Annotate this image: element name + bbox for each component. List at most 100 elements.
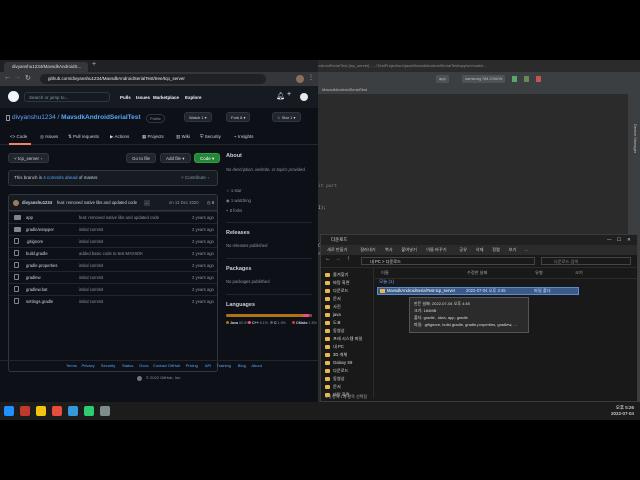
url-bar[interactable]: github.com/divyanshu1234/MavsdkAndroidSe… [40,74,266,84]
explorer-search-input[interactable]: 다운로드 검색 [541,257,631,265]
tab-wiki[interactable]: ▥ Wiki [176,134,190,140]
ribbon-item[interactable]: ... [525,245,529,255]
releases-heading[interactable]: Releases [226,230,250,236]
footer-link[interactable]: API [205,363,211,368]
reload-icon[interactable]: ↻ [25,74,31,82]
footer-link[interactable]: Terms [66,363,77,368]
footer-link[interactable]: Blog [238,363,246,368]
watch-button[interactable]: Watch 1 ▾ [184,112,212,122]
language-item[interactable]: Java80.5% [226,321,249,325]
commits-ahead-link[interactable]: 4 commits ahead [43,175,77,180]
taskbar-clock[interactable]: 오후 5:26 2022-07-04 [611,405,634,417]
ribbon-item[interactable]: 공유 [459,245,467,255]
column-type[interactable]: 유형 [535,268,543,278]
back-icon[interactable]: ← [325,256,331,262]
ribbon-item[interactable]: 잘라내기 [360,245,375,255]
file-row[interactable]: gradlew.bat initial commit 2 years ago [9,283,217,295]
nav-item[interactable]: 프레 시스템 파일 [333,336,362,342]
nav-item[interactable]: 사진 [333,304,341,310]
footer-link[interactable]: About [251,363,261,368]
language-item[interactable]: C++6.1% [248,321,268,325]
commit-count[interactable]: ◷ 6 [207,195,214,211]
nav-issues[interactable]: Issues [136,95,150,100]
taskbar-app-icon[interactable] [84,406,94,416]
ribbon-item[interactable]: 이름 바꾸기 [426,245,446,255]
close-icon[interactable]: ✕ [627,235,631,245]
back-icon[interactable]: ← [4,74,11,81]
tab-pull-requests[interactable]: ⇅ Pull requests [68,134,99,140]
nav-item[interactable]: 다운로드 [333,368,348,374]
tab-code[interactable]: <> Code [10,134,27,139]
bell-icon[interactable]: 🔔︎ [276,92,285,100]
taskbar-app-icon[interactable] [20,406,30,416]
footer-link[interactable]: Pricing [186,363,198,368]
nav-item[interactable]: 문서 [333,384,341,390]
branch-select[interactable]: ⑂ tcp_server ▾ [8,153,49,163]
run-config-select[interactable]: app [436,75,449,83]
nav-item[interactable]: 3D 개체 [333,352,347,358]
file-row[interactable]: build.gradle added basic code to test MAV… [9,247,217,259]
start-icon[interactable] [4,406,14,416]
file-row[interactable]: gradle/wrapper initial commit 2 years ago [9,223,217,235]
tab-actions[interactable]: ▶ Actions [110,134,129,140]
nav-marketplace[interactable]: Marketplace [153,95,179,100]
tab-insights[interactable]: ⌁ Insights [234,134,253,140]
file-row[interactable]: gradlew initial commit 2 years ago [9,271,217,283]
ribbon-item[interactable]: 복사 [385,245,393,255]
commit-message[interactable]: feat: removed native libs and updated co… [57,195,137,211]
taskbar-app-icon[interactable] [100,406,110,416]
ribbon-item[interactable]: 붙여넣기 [401,245,416,255]
nav-item[interactable]: 내 PC [333,344,344,350]
repo-name-link[interactable]: MavsdkAndroidSerialTest [61,114,140,121]
footer-link[interactable]: Training [217,363,231,368]
language-item[interactable]: C1.9% [270,321,286,325]
goto-file-button[interactable]: Go to file [126,153,157,163]
ribbon-item[interactable]: 정렬 [492,245,500,255]
file-commit-message[interactable]: initial commit [79,296,103,308]
nav-explore[interactable]: Explore [185,95,202,100]
nav-item[interactable]: 동영상 [333,376,345,382]
plus-icon[interactable]: + [287,91,291,98]
stars-stat[interactable]: ☆ 1 star [226,188,241,193]
footer-link[interactable]: Privacy [82,363,95,368]
commit-ellipsis[interactable]: ... [144,200,150,206]
repo-owner-link[interactable]: divyanshu1234 [12,114,56,121]
selected-folder-row[interactable]: MavsdkAndroidSerialTest-tcp_server 2022-… [377,287,579,295]
packages-heading[interactable]: Packages [226,266,251,272]
avatar[interactable] [300,93,308,101]
fork-button[interactable]: Fork 8 ▾ [226,112,251,122]
nav-item[interactable]: Galaxy S9 [333,360,352,365]
run-icon[interactable] [512,76,517,82]
code-button[interactable]: Code ▾ [194,153,221,163]
file-row[interactable]: settings.gradle initial commit 2 years ago [9,295,217,307]
watching-stat[interactable]: ◉ 1 watching [226,198,251,203]
footer-link[interactable]: Status [122,363,133,368]
commit-author[interactable]: divyanshu1234 [22,195,52,211]
ribbon-item[interactable]: 새로 만들기 [327,245,347,255]
column-date[interactable]: 수정한 날짜 [467,268,487,278]
folder-icon[interactable] [36,406,46,416]
column-size[interactable]: 크기 [575,268,583,278]
file-name[interactable]: settings.gradle [26,296,53,308]
nav-pulls[interactable]: Pulls [120,95,131,100]
taskbar-app-icon[interactable] [68,406,78,416]
github-logo-icon[interactable] [8,91,19,102]
column-name[interactable]: 이름 [381,268,389,278]
group-header[interactable]: 오늘 (1) [379,279,394,285]
nav-item[interactable]: 바탕 화면 [333,280,350,286]
file-row[interactable]: gradle.properties initial commit 2 years a… [9,259,217,271]
nav-item[interactable]: java [333,312,341,317]
file-row[interactable]: app feat: removed native libs and updated… [9,211,217,223]
forward-icon[interactable]: → [14,74,21,81]
explorer-address-bar[interactable]: 내 PC > 다운로드 [361,257,535,265]
add-file-button[interactable]: Add file ▾ [160,153,191,163]
maximize-icon[interactable]: ☐ [617,235,621,245]
browser-tab[interactable]: divyanshu1234/MavsdkAndroidS... [4,62,88,72]
up-icon[interactable]: ↑ [347,256,350,262]
nav-item[interactable]: 즐겨찾기 [333,272,348,278]
nav-item[interactable]: 도표 [333,320,341,326]
ribbon-item[interactable]: 삭제 [476,245,484,255]
star-button[interactable]: ☆ Star 1 ▾ [272,112,301,122]
forward-icon[interactable]: → [335,256,341,262]
device-select[interactable]: samsung SM-G960N [462,75,506,83]
